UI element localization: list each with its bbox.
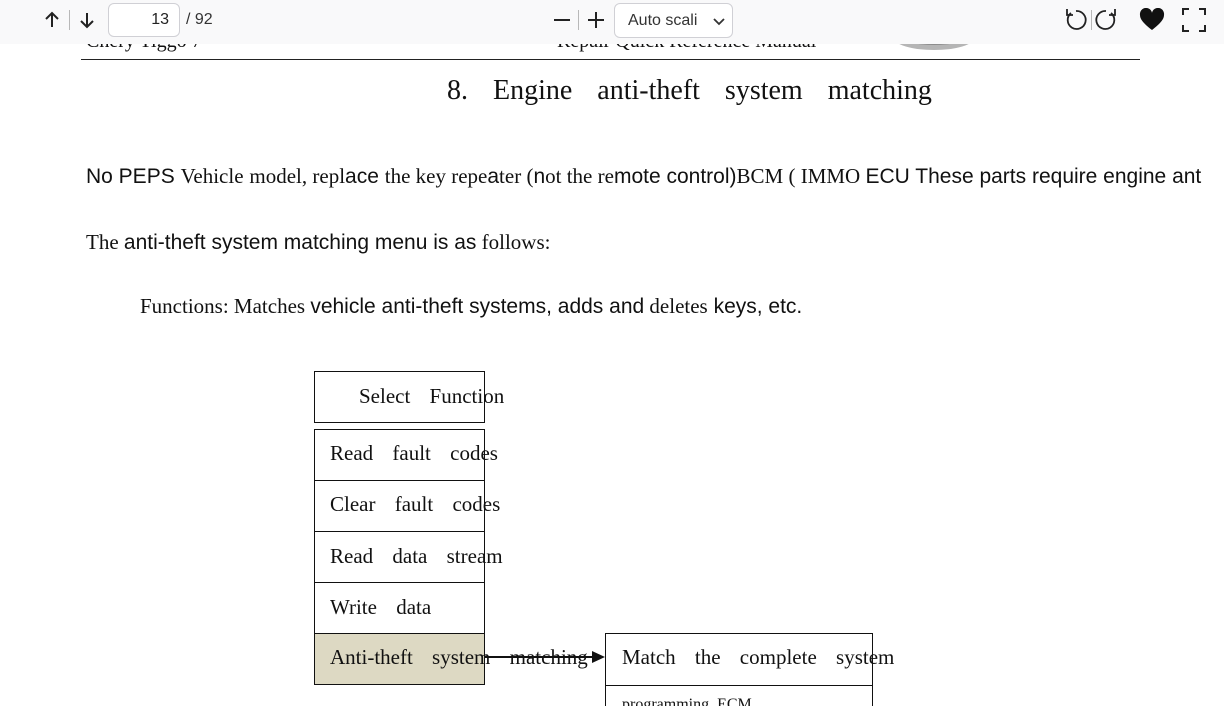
previous-page-button[interactable] xyxy=(38,6,66,34)
chery-brand-logo xyxy=(983,44,1115,48)
text-run: vehicle xyxy=(310,295,376,318)
text-run: ot the re xyxy=(545,164,614,188)
minus-icon xyxy=(554,19,570,21)
submenu-item-label: Match the complete system xyxy=(622,645,895,669)
text-run: Functions: Matches xyxy=(140,294,311,318)
toolbar-separator xyxy=(69,10,70,30)
select-function-label: Select Function xyxy=(359,384,505,408)
rotate-counterclockwise-button[interactable] xyxy=(1062,6,1090,34)
text-run: No PEPS xyxy=(86,165,175,188)
text-run: The xyxy=(86,230,124,254)
pdf-toolbar: / 92 Auto scali xyxy=(0,0,1224,44)
favorite-button[interactable] xyxy=(1138,6,1166,34)
page-header-left: Chery Tiggo 7 xyxy=(86,44,202,53)
rotate-left-icon xyxy=(1066,9,1087,30)
plus-icon xyxy=(588,12,604,28)
text-run: ECU xyxy=(865,165,910,188)
text-run: deletes xyxy=(644,294,708,318)
fullscreen-icon xyxy=(1182,8,1206,32)
page-header-center: Repair Quick Reference Manual xyxy=(557,44,816,53)
menu-item-label: Read data stream xyxy=(330,544,503,568)
rotate-right-icon xyxy=(1095,9,1116,30)
arrow-up-icon xyxy=(45,11,59,27)
pdf-page: Chery Tiggo 7 Repair Quick Reference Man… xyxy=(0,44,1224,706)
zoom-select[interactable]: Auto scali xyxy=(614,3,733,38)
chery-emblem-logo xyxy=(899,44,969,50)
menu-intro-paragraph: The anti-theft system matching menu is a… xyxy=(86,230,550,255)
page-number-input[interactable] xyxy=(108,3,180,37)
text-run: ter ( xyxy=(499,164,534,188)
rotate-clockwise-button[interactable] xyxy=(1092,6,1120,34)
functions-paragraph: Functions: Matches vehicle anti-theft sy… xyxy=(140,294,802,319)
zoom-in-button[interactable] xyxy=(582,6,610,34)
toolbar-separator xyxy=(578,10,579,30)
header-divider xyxy=(81,59,1140,60)
heart-icon xyxy=(1139,8,1165,30)
text-run: BCM ( IMMO xyxy=(736,164,866,188)
text-run: anti-theft systems, adds and xyxy=(375,295,645,318)
text-run: Vehicle xyxy=(180,164,244,188)
text-run: anti-theft system matching menu is as xyxy=(123,231,477,254)
menu-item-label: Clear fault codes xyxy=(330,492,501,516)
menu-item-label: Read fault codes xyxy=(330,441,498,465)
intro-paragraph: No PEPS Vehicle model, replace the key r… xyxy=(86,164,1201,189)
zoom-out-button[interactable] xyxy=(548,6,576,34)
text-run: mote control xyxy=(613,165,730,188)
text-run: n xyxy=(533,165,546,188)
submenu-item-label: programming ECM xyxy=(622,696,752,706)
page-total-label: / 92 xyxy=(186,11,213,28)
text-run: a xyxy=(487,165,500,188)
text-run: ace xyxy=(345,165,379,188)
text-run: follows: xyxy=(476,230,551,254)
text-run: the key repe xyxy=(384,164,488,188)
connector-arrow xyxy=(484,651,605,663)
fullscreen-button[interactable] xyxy=(1180,6,1208,34)
text-run: These parts require engine ant xyxy=(909,165,1202,188)
zoom-select-value: Auto scali xyxy=(628,12,698,29)
menu-item-label: Write data xyxy=(330,595,432,619)
arrow-down-icon xyxy=(80,13,94,29)
text-run: model, repl xyxy=(249,164,346,188)
next-page-button[interactable] xyxy=(73,6,101,34)
section-heading: 8. Engine anti-theft system matching xyxy=(447,75,932,106)
text-run: keys, etc. xyxy=(707,295,803,318)
chevron-down-icon xyxy=(713,18,725,26)
text-run: ) xyxy=(729,165,737,188)
